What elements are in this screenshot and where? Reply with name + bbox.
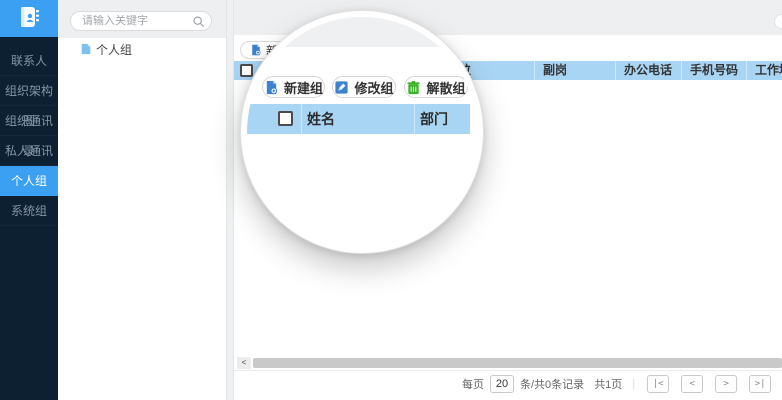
search-input-wrapper[interactable] [70,11,212,31]
hscroll-left-button[interactable]: < [237,357,251,369]
edit-group-icon [334,80,349,95]
group-file-icon [80,43,92,55]
column-header-mobile[interactable]: 手机号码 [681,61,746,80]
last-page-button[interactable]: >| [749,375,771,393]
magnified-delete-group-button[interactable]: 解散组 [404,76,468,98]
prev-page-button[interactable]: < [681,375,703,393]
next-page-button[interactable]: > [715,375,737,393]
search-input[interactable] [82,15,192,27]
page-size-input[interactable] [490,375,514,393]
hscroll-thumb[interactable] [253,358,782,368]
per-page-label: 每页 [462,376,484,392]
sidebar-item-personal-group[interactable]: 个人组 [0,166,58,196]
search-icon[interactable] [192,15,205,28]
magnified-table-header: 姓名 部门 [247,104,470,134]
edit-group-label: 修改组 [354,78,393,97]
magnifier-content: 新建组 修改组 解散组 [247,17,477,247]
magnified-edit-group-button[interactable]: 修改组 [332,76,396,98]
column-separator [414,104,415,134]
sidebar: 联系人 组织架构图 组织通讯录 私人通讯录 个人组 系统组 [0,0,58,400]
magnified-column-header-dept[interactable]: 部门 [420,104,448,134]
address-book-icon [16,4,42,33]
records-label: 条/共0条记录 [520,376,584,392]
magnified-top-bar [247,17,477,47]
sidebar-item-contacts[interactable]: 联系人 [0,46,58,76]
magnified-new-group-button[interactable]: 新建组 [262,76,325,98]
column-header-office-phone[interactable]: 办公电话 [615,61,681,80]
column-header-workplace[interactable]: 工作地 [746,61,782,80]
first-page-button[interactable]: |< [647,375,669,393]
tree-item-label: 个人组 [96,41,132,58]
sidebar-item-org-directory[interactable]: 组织通讯录 [0,106,58,136]
tree-item-personal-group[interactable]: 个人组 [80,42,132,56]
app-logo[interactable] [0,0,58,37]
column-separator [301,104,302,134]
pager-separator: | [632,378,635,390]
sidebar-item-org-chart[interactable]: 组织架构图 [0,76,58,106]
pager: 每页 条/共0条记录 共1页 | |< < > >| | 第 页 [462,371,782,397]
sidebar-item-system-group[interactable]: 系统组 [0,196,58,226]
total-pages-label: 共1页 [594,376,622,392]
panel-divider [226,0,234,400]
new-group-label: 新建组 [284,78,323,97]
delete-group-label: 解散组 [426,78,465,97]
new-group-icon [264,80,279,95]
magnified-select-all-checkbox[interactable] [278,111,293,126]
sidebar-item-private-directory[interactable]: 私人通讯录 [0,136,58,166]
magnifier-lens: 新建组 修改组 解散组 [240,10,484,254]
select-all-checkbox[interactable] [240,64,253,77]
delete-group-icon [406,80,421,95]
top-right-button-fragment[interactable] [774,14,782,29]
column-header-deputy[interactable]: 副岗 [534,61,615,80]
magnified-column-header-name[interactable]: 姓名 [307,104,335,134]
group-tree-panel [58,0,226,400]
